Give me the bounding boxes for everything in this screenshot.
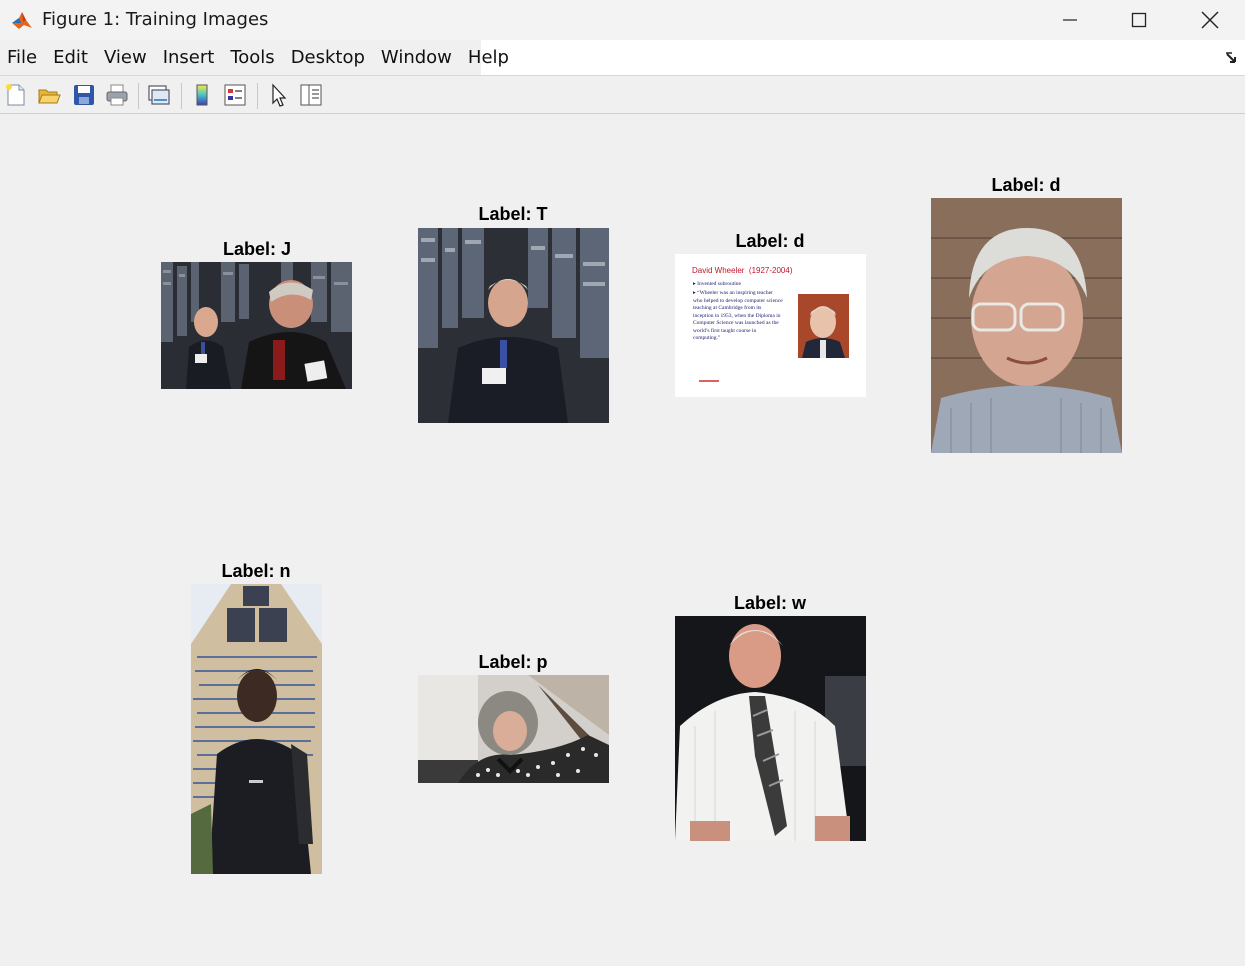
slide-footer-mark bbox=[699, 380, 719, 382]
maximize-icon bbox=[1131, 12, 1147, 28]
open-file-icon bbox=[38, 89, 61, 104]
photo-elderly-man-glasses bbox=[931, 198, 1122, 453]
property-inspector-button[interactable] bbox=[298, 82, 324, 108]
legend-icon bbox=[224, 84, 246, 106]
photo-young-man-memorial bbox=[191, 584, 322, 874]
menu-window[interactable]: Window bbox=[373, 40, 460, 75]
print-icon bbox=[106, 84, 128, 106]
toolbar-separator bbox=[257, 83, 258, 109]
close-icon bbox=[1201, 11, 1219, 29]
pointer-icon bbox=[272, 83, 287, 107]
new-figure-icon bbox=[6, 84, 25, 106]
slide-bullet-1: ▸ Invented subroutine bbox=[693, 281, 793, 289]
image-title: Label: T bbox=[478, 204, 548, 224]
toolbar-separator bbox=[181, 83, 182, 109]
image-title: Label: p bbox=[478, 652, 548, 672]
new-figure-button[interactable] bbox=[3, 82, 29, 108]
legend-button[interactable] bbox=[222, 82, 248, 108]
slide-portrait bbox=[798, 294, 849, 358]
slide-heading: David Wheeler (1927-2004) bbox=[692, 266, 793, 275]
slide-bullet-2: ▸ “Wheeler was an inspiring teacher who … bbox=[693, 290, 783, 343]
menu-view[interactable]: View bbox=[96, 40, 155, 75]
image-title: Label: w bbox=[733, 593, 807, 613]
link-plot-button[interactable] bbox=[146, 82, 172, 108]
training-image bbox=[161, 262, 352, 389]
menu-strip: File Edit View Insert Tools Desktop Wind… bbox=[0, 40, 509, 75]
training-image bbox=[191, 584, 322, 874]
colorbar-button[interactable] bbox=[189, 82, 215, 108]
toolbar bbox=[0, 77, 1245, 114]
photo-elderly-man-white-shirt bbox=[675, 616, 866, 841]
photo-two-men-computer bbox=[161, 262, 352, 389]
figure-canvas: Label: J Label: T Label: d David Wheeler… bbox=[0, 115, 1245, 966]
save-button[interactable] bbox=[71, 82, 97, 108]
image-title: Label: n bbox=[221, 561, 291, 581]
minimize-icon bbox=[1063, 19, 1077, 21]
photo-elderly-man-computer bbox=[418, 228, 609, 423]
slide-bullet-text: “Wheeler was an inspiring teacher who he… bbox=[693, 290, 783, 341]
link-plot-icon bbox=[148, 85, 170, 105]
window-title: Figure 1: Training Images bbox=[42, 9, 269, 30]
menu-bar: File Edit View Insert Tools Desktop Wind… bbox=[0, 40, 1245, 76]
image-title: Label: J bbox=[222, 239, 292, 259]
print-button[interactable] bbox=[104, 82, 130, 108]
open-file-button[interactable] bbox=[36, 82, 62, 108]
save-icon bbox=[74, 85, 94, 105]
colorbar-icon bbox=[196, 84, 208, 106]
menu-tools[interactable]: Tools bbox=[222, 40, 282, 75]
image-title: Label: d bbox=[735, 231, 805, 251]
menu-insert[interactable]: Insert bbox=[155, 40, 223, 75]
matlab-logo-icon bbox=[10, 8, 34, 32]
photo-woman-grey-hair bbox=[418, 675, 609, 783]
property-inspector-icon bbox=[300, 84, 322, 106]
training-image bbox=[931, 198, 1122, 453]
toolbar-separator bbox=[138, 83, 139, 109]
training-image: David Wheeler (1927-2004) ▸ Invented sub… bbox=[675, 254, 866, 397]
training-image bbox=[418, 228, 609, 423]
menu-help[interactable]: Help bbox=[460, 40, 517, 75]
image-title: Label: d bbox=[991, 175, 1061, 195]
training-image bbox=[418, 675, 609, 783]
title-bar: Figure 1: Training Images bbox=[0, 0, 1245, 40]
training-image bbox=[675, 616, 866, 841]
dock-figure-icon[interactable] bbox=[1225, 51, 1239, 65]
slide-bullet-text: Invented subroutine bbox=[697, 281, 741, 287]
maximize-button[interactable] bbox=[1104, 0, 1174, 40]
menu-file[interactable]: File bbox=[0, 40, 45, 75]
minimize-button[interactable] bbox=[1035, 0, 1105, 40]
menu-desktop[interactable]: Desktop bbox=[283, 40, 373, 75]
menu-edit[interactable]: Edit bbox=[45, 40, 96, 75]
pointer-button[interactable] bbox=[265, 82, 291, 108]
close-button[interactable] bbox=[1175, 0, 1245, 40]
